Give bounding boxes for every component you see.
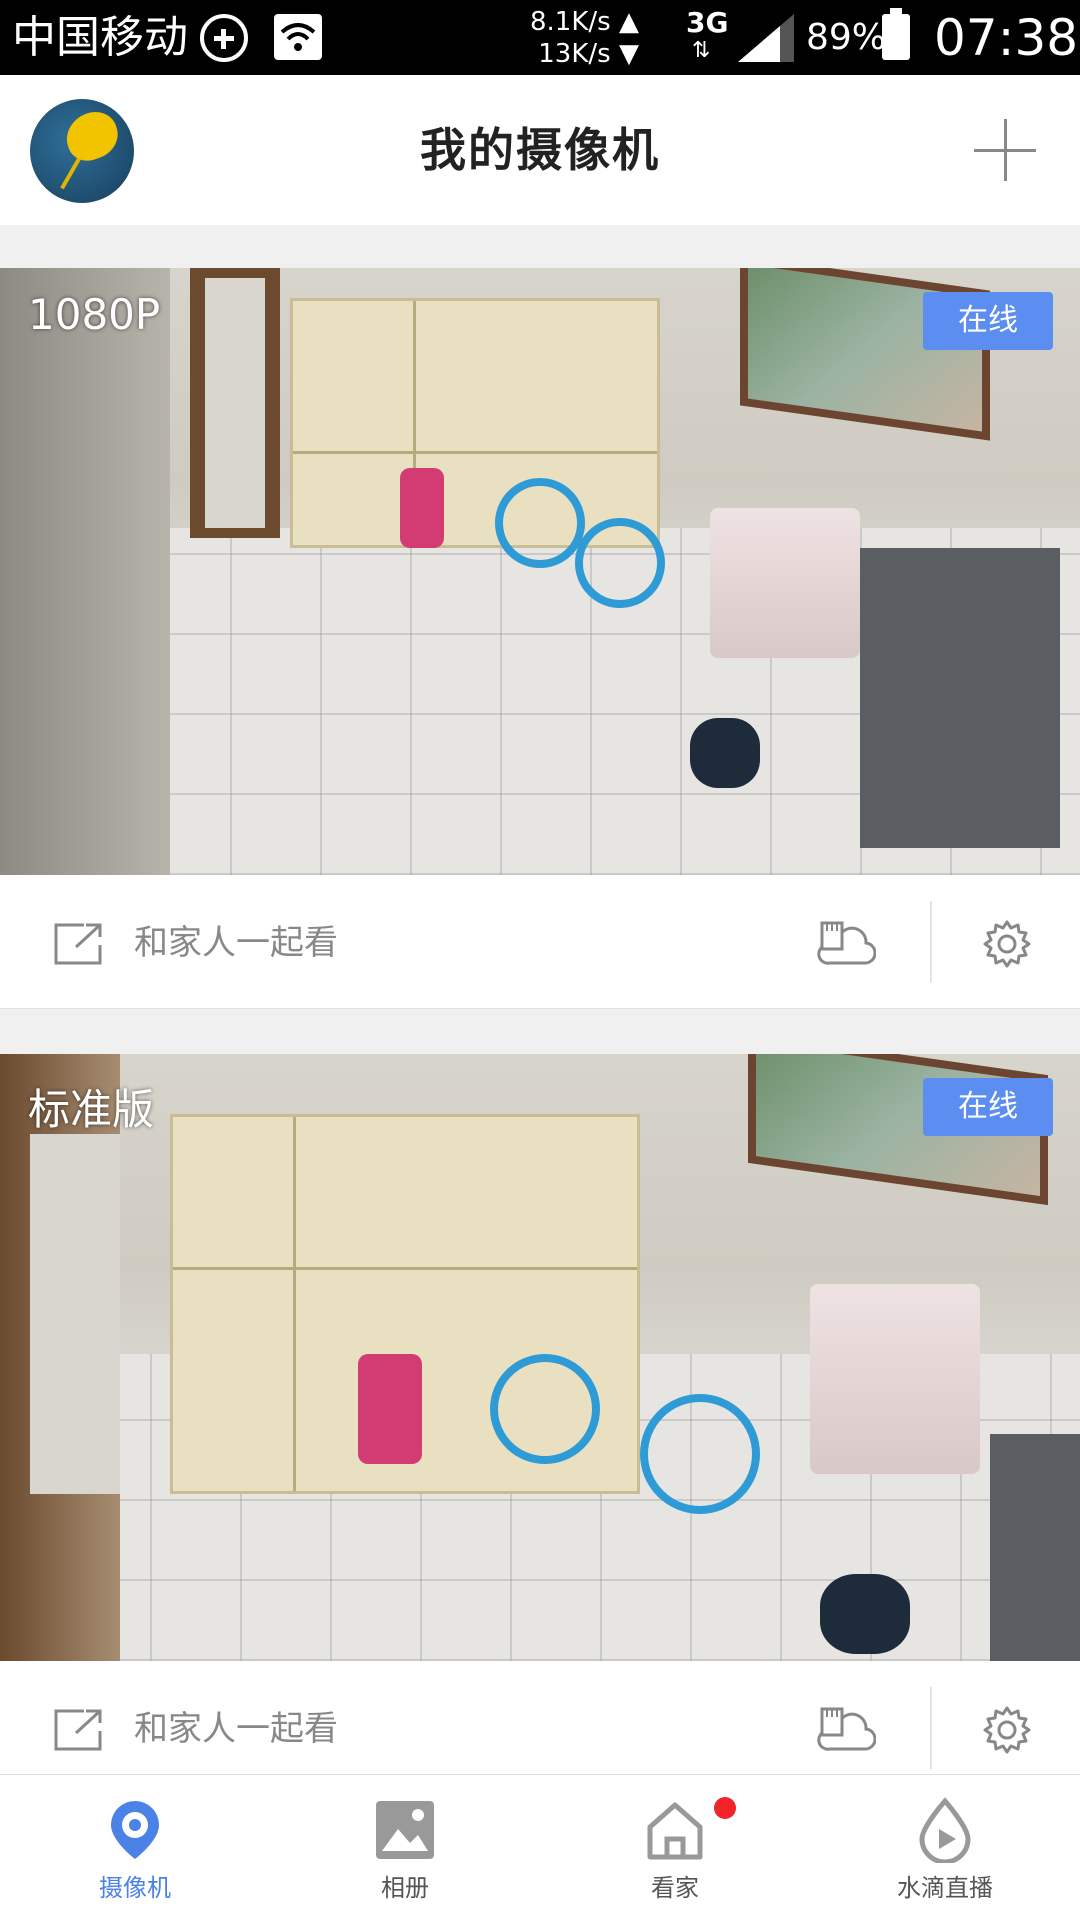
tab-camera[interactable]: 摄像机: [0, 1775, 270, 1920]
tab-label: 相册: [381, 1874, 429, 1902]
camera-action-bar: 和家人一起看: [0, 875, 1080, 1009]
camera-preview[interactable]: 1080P 在线: [0, 268, 1080, 875]
home-icon: [647, 1802, 703, 1860]
camera-pin-icon: [111, 1801, 159, 1859]
scene-bike-wheel: [495, 478, 585, 568]
clock: 07:38: [934, 9, 1079, 67]
app-header: 我的摄像机: [0, 75, 1080, 225]
network-speed: 8.1K/s ▲ 13K/s ▼: [530, 6, 639, 70]
battery-icon: [882, 8, 910, 60]
signal-icon: [738, 14, 794, 62]
divider: [930, 1687, 932, 1769]
camera-preview[interactable]: 标准版 在线: [0, 1054, 1080, 1661]
avatar[interactable]: [30, 99, 134, 203]
share-icon[interactable]: [54, 1709, 104, 1751]
battery-percent: 89%: [806, 17, 887, 58]
scene-bike-wheel: [575, 518, 665, 608]
tab-live[interactable]: 水滴直播: [810, 1775, 1080, 1920]
scene-bag: [820, 1574, 910, 1654]
waterdrop-play-icon: [919, 1797, 971, 1863]
camera-card: 1080P 在线 和家人一起看: [0, 268, 1080, 1009]
upload-speed: 8.1K/s ▲: [530, 7, 639, 37]
tab-label: 看家: [651, 1874, 699, 1902]
resolution-label: 1080P: [28, 290, 161, 339]
tab-album[interactable]: 相册: [270, 1775, 540, 1920]
gear-icon[interactable]: [982, 919, 1032, 969]
carrier-name: 中国移动: [12, 12, 188, 63]
scene-bike-wheel: [640, 1394, 760, 1514]
status-badge: 在线: [923, 1078, 1053, 1136]
divider: [930, 901, 932, 983]
status-badge: 在线: [923, 292, 1053, 350]
tab-home[interactable]: 看家: [540, 1775, 810, 1920]
cloud-storage-icon[interactable]: [816, 919, 876, 967]
scene-doorway: [30, 1134, 120, 1494]
avatar-leaf: [59, 105, 125, 167]
tab-label: 水滴直播: [897, 1874, 993, 1902]
scene-wall: [0, 268, 170, 875]
scene-desk: [860, 548, 1060, 848]
bottom-tab-bar: 摄像机 相册 看家 水滴直播: [0, 1774, 1080, 1920]
scene-table: [710, 508, 860, 658]
status-bar: 中国移动 8.1K/s ▲ 13K/s ▼ 3G ⇅ 89% 07:38: [0, 0, 1080, 75]
camera-card: 标准版 在线 和家人一起看: [0, 1054, 1080, 1795]
scene-doorway: [205, 278, 265, 528]
cloud-storage-icon[interactable]: [816, 1705, 876, 1753]
add-camera-button[interactable]: [974, 119, 1036, 181]
share-family-button[interactable]: 和家人一起看: [134, 1701, 338, 1757]
share-family-button[interactable]: 和家人一起看: [134, 915, 338, 971]
wifi-icon: [274, 14, 322, 60]
scene-table: [810, 1284, 980, 1474]
network-type: 3G: [686, 6, 729, 39]
scene-gas-tank: [358, 1354, 422, 1464]
gear-icon[interactable]: [982, 1705, 1032, 1755]
data-arrows-icon: ⇅: [692, 38, 711, 63]
scene-bike-wheel: [490, 1354, 600, 1464]
scene-cabinet: [290, 298, 660, 548]
download-speed: 13K/s ▼: [538, 39, 639, 69]
page-title: 我的摄像机: [420, 123, 660, 177]
tab-label: 摄像机: [99, 1874, 171, 1902]
resolution-label: 标准版: [28, 1085, 155, 1134]
scene-gas-tank: [400, 468, 444, 548]
album-icon: [376, 1801, 434, 1859]
scene-bag: [690, 718, 760, 788]
data-plus-icon: [200, 14, 248, 62]
scene-desk: [990, 1434, 1080, 1661]
notification-dot: [714, 1797, 736, 1819]
share-icon[interactable]: [54, 923, 104, 965]
